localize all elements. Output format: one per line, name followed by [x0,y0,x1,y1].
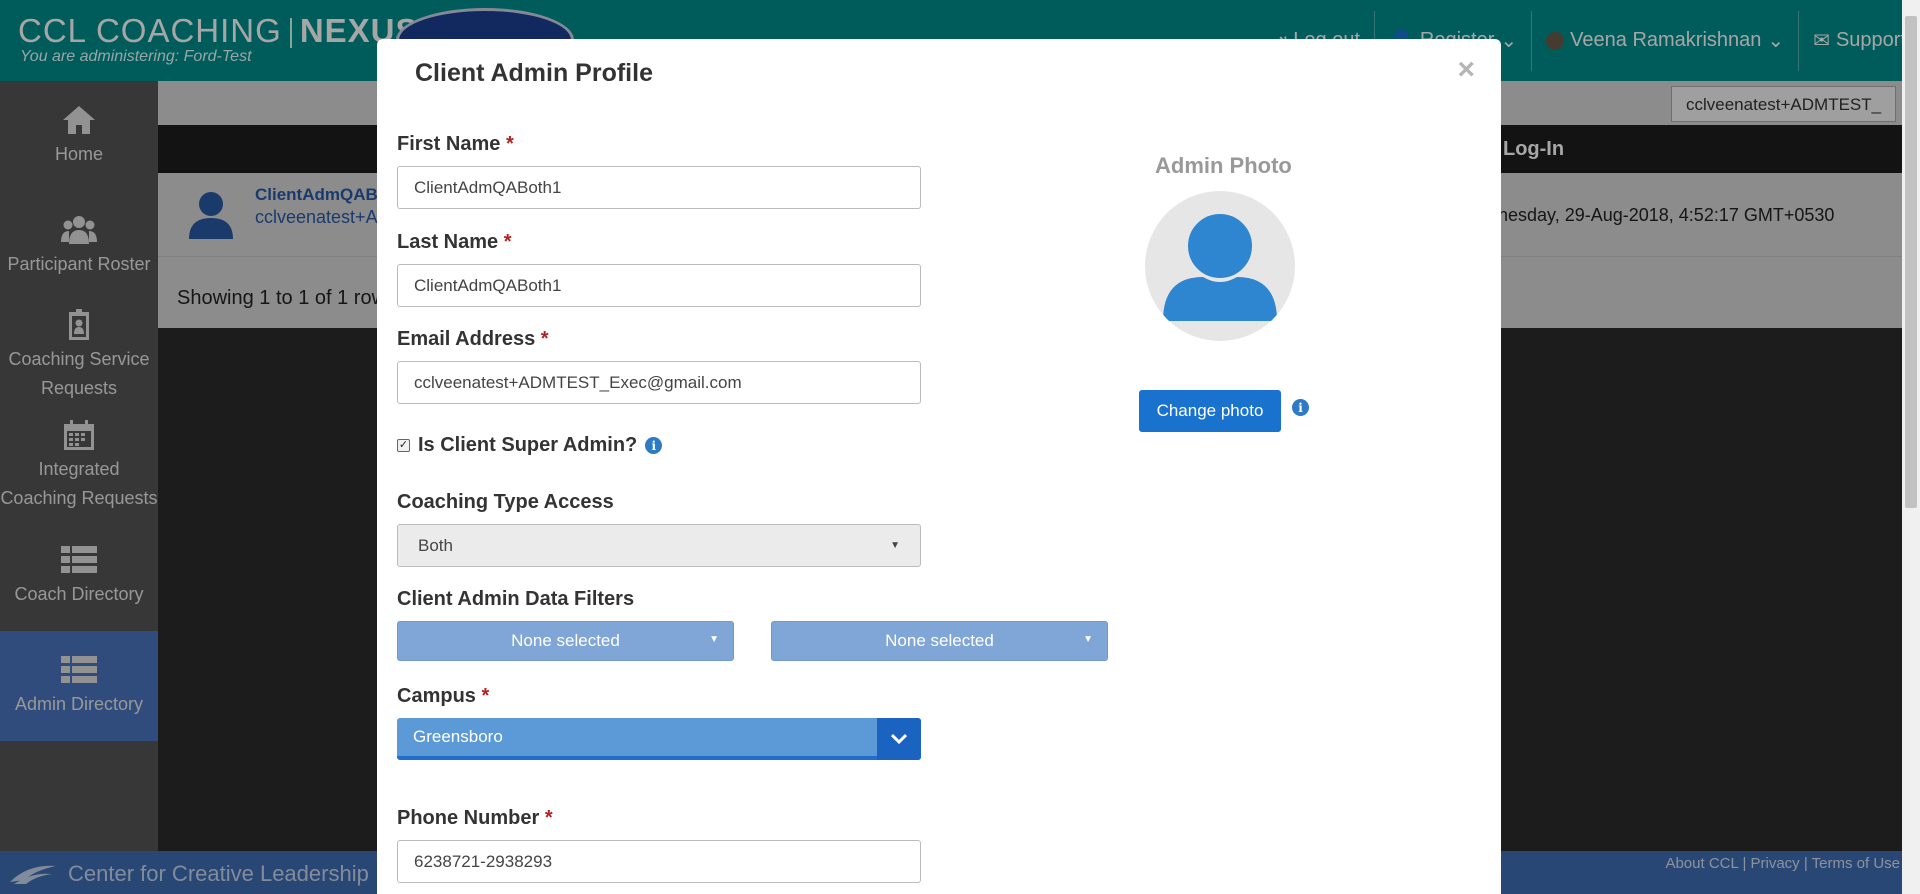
scrollbar-thumb[interactable] [1905,16,1917,508]
admin-photo-label: Admin Photo [1155,153,1292,178]
campus-label-text: Campus [397,685,476,707]
page-scrollbar[interactable] [1902,0,1920,894]
campus-label: Campus * [397,685,489,708]
coaching-type-select[interactable]: Both ▼ [397,524,921,567]
campus-select[interactable]: Greensboro [397,718,921,760]
info-icon[interactable]: i [1292,399,1309,416]
email-label: Email Address * [397,328,549,351]
caret-down-icon: ▼ [709,634,719,645]
data-filter-1-value: None selected [511,631,620,650]
close-icon[interactable]: × [1457,53,1475,87]
super-admin-label: Is Client Super Admin? [418,434,638,456]
client-admin-profile-modal: Client Admin Profile × First Name * Clie… [377,39,1501,894]
first-name-label: First Name * [397,133,514,156]
data-filter-1-dropdown[interactable]: None selected ▼ [397,621,734,661]
email-label-text: Email Address [397,328,536,350]
data-filters-label: Client Admin Data Filters [397,588,635,610]
caret-down-icon: ▼ [890,540,900,551]
phone-label-text: Phone Number [397,807,540,829]
last-name-input[interactable]: ClientAdmQABoth1 [397,264,921,307]
modal-title: Client Admin Profile [415,59,653,87]
super-admin-checkbox[interactable]: ✓ [397,439,410,452]
user-silhouette-icon [1163,210,1277,321]
caret-down-icon: ▼ [1083,634,1093,645]
required-marker: * [540,328,549,350]
super-admin-row: ✓ Is Client Super Admin? i [397,434,663,457]
admin-photo-placeholder [1145,191,1295,341]
last-name-label: Last Name * [397,231,512,254]
data-filter-2-dropdown[interactable]: None selected ▼ [771,621,1108,661]
last-name-label-text: Last Name [397,231,499,253]
required-marker: * [481,685,490,707]
email-input[interactable]: cclveenatest+ADMTEST_Exec@gmail.com [397,361,921,404]
first-name-label-text: First Name [397,133,501,155]
info-icon[interactable]: i [645,437,663,454]
phone-input[interactable]: 6238721-2938293 [397,840,921,883]
coaching-type-value: Both [418,535,453,555]
data-filter-2-value: None selected [885,631,994,650]
coaching-type-label: Coaching Type Access [397,491,614,513]
chevron-down-icon[interactable] [877,718,921,760]
change-photo-button[interactable]: Change photo [1139,390,1281,432]
phone-label: Phone Number * [397,807,553,830]
first-name-input[interactable]: ClientAdmQABoth1 [397,166,921,209]
required-marker: * [544,807,553,829]
campus-value: Greensboro [413,727,503,746]
required-marker: * [505,133,514,155]
required-marker: * [503,231,512,253]
